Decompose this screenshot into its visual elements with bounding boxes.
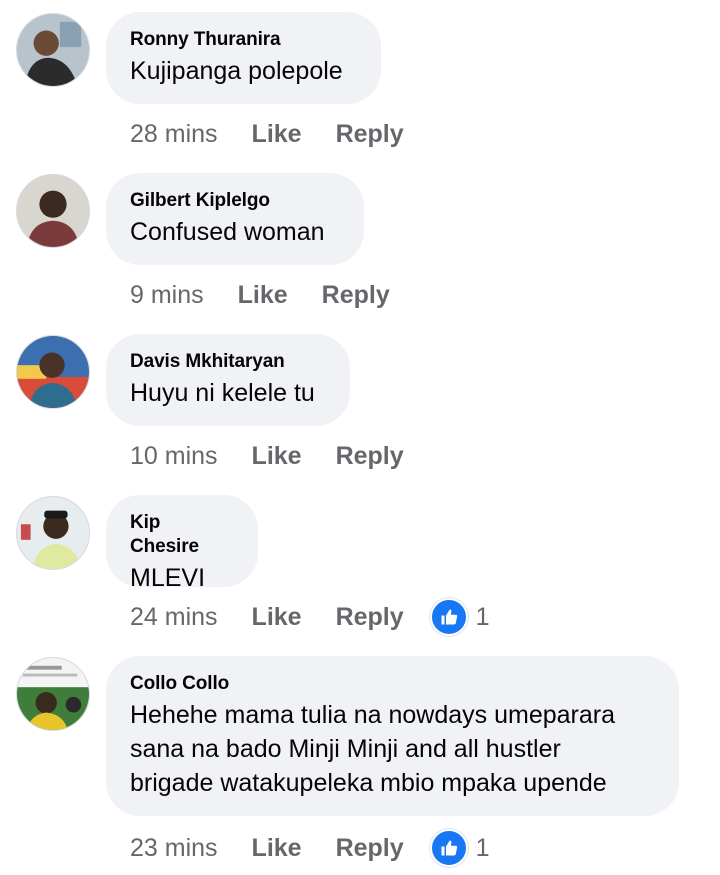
like-button[interactable]: Like — [238, 281, 288, 310]
avatar[interactable] — [16, 13, 90, 87]
comment-time[interactable]: 24 mins — [130, 603, 218, 632]
reaction-count[interactable]: 1 — [476, 603, 490, 632]
comment-actions: 28 mins Like Reply — [130, 116, 438, 152]
avatar[interactable] — [16, 657, 90, 731]
thumbs-up-icon[interactable] — [429, 598, 468, 636]
thumbs-up-icon[interactable] — [429, 829, 468, 867]
avatar[interactable] — [16, 335, 90, 409]
comment-item: Ronny Thuranira Kujipanga polepole 28 mi… — [0, 12, 720, 152]
comment-time[interactable]: 9 mins — [130, 281, 204, 310]
comment-item: Davis Mkhitaryan Huyu ni kelele tu 10 mi… — [0, 334, 720, 474]
comment-author[interactable]: Collo Collo — [130, 672, 655, 696]
comment-item: Gilbert Kiplelgo Confused woman 9 mins L… — [0, 173, 720, 313]
comment-text-line: Hehehe mama tulia na nowdays umeparara — [130, 701, 615, 729]
comment-author[interactable]: Gilbert Kiplelgo — [130, 189, 340, 213]
comment-text-line: sana na bado Minji Minji and all hustler — [130, 735, 561, 763]
comment-time[interactable]: 23 mins — [130, 834, 218, 863]
reaction-count[interactable]: 1 — [476, 834, 490, 863]
comment-item: Collo Collo Hehehe mama tulia na nowdays… — [0, 656, 720, 871]
comment-time[interactable]: 28 mins — [130, 120, 218, 149]
like-button[interactable]: Like — [252, 442, 302, 471]
comment-item: Kip Chesire MLEVI 24 mins Like Reply 1 — [0, 495, 720, 636]
comment-text: Huyu ni kelele tu — [130, 379, 315, 407]
comment-author[interactable]: Davis Mkhitaryan — [130, 350, 326, 374]
comment-actions: 24 mins Like Reply 1 — [130, 598, 490, 636]
comment-text: Kujipanga polepole — [130, 57, 343, 85]
comment-actions: 10 mins Like Reply — [130, 438, 438, 474]
comment-actions: 9 mins Like Reply — [130, 277, 424, 313]
like-button[interactable]: Like — [252, 603, 302, 632]
comment-bubble[interactable]: Davis Mkhitaryan Huyu ni kelele tu — [106, 334, 350, 426]
comment-actions: 23 mins Like Reply 1 — [130, 829, 490, 867]
like-button[interactable]: Like — [252, 120, 302, 149]
comment-time[interactable]: 10 mins — [130, 442, 218, 471]
comment-bubble[interactable]: Ronny Thuranira Kujipanga polepole — [106, 12, 381, 104]
comment-author[interactable]: Ronny Thuranira — [130, 28, 357, 52]
reply-button[interactable]: Reply — [336, 834, 404, 863]
reply-button[interactable]: Reply — [336, 442, 404, 471]
comment-bubble[interactable]: Gilbert Kiplelgo Confused woman — [106, 173, 364, 265]
reply-button[interactable]: Reply — [322, 281, 390, 310]
comment-text: Confused woman — [130, 218, 325, 246]
like-button[interactable]: Like — [252, 834, 302, 863]
comment-bubble[interactable]: Collo Collo Hehehe mama tulia na nowdays… — [106, 656, 679, 816]
avatar[interactable] — [16, 496, 90, 570]
avatar[interactable] — [16, 174, 90, 248]
reply-button[interactable]: Reply — [336, 120, 404, 149]
comment-author[interactable]: Kip Chesire — [130, 511, 234, 559]
comment-text-line: brigade watakupeleka mbio mpaka upende — [130, 769, 607, 797]
reply-button[interactable]: Reply — [336, 603, 404, 632]
comment-bubble[interactable]: Kip Chesire MLEVI — [106, 495, 258, 592]
comment-text: MLEVI — [130, 564, 206, 592]
